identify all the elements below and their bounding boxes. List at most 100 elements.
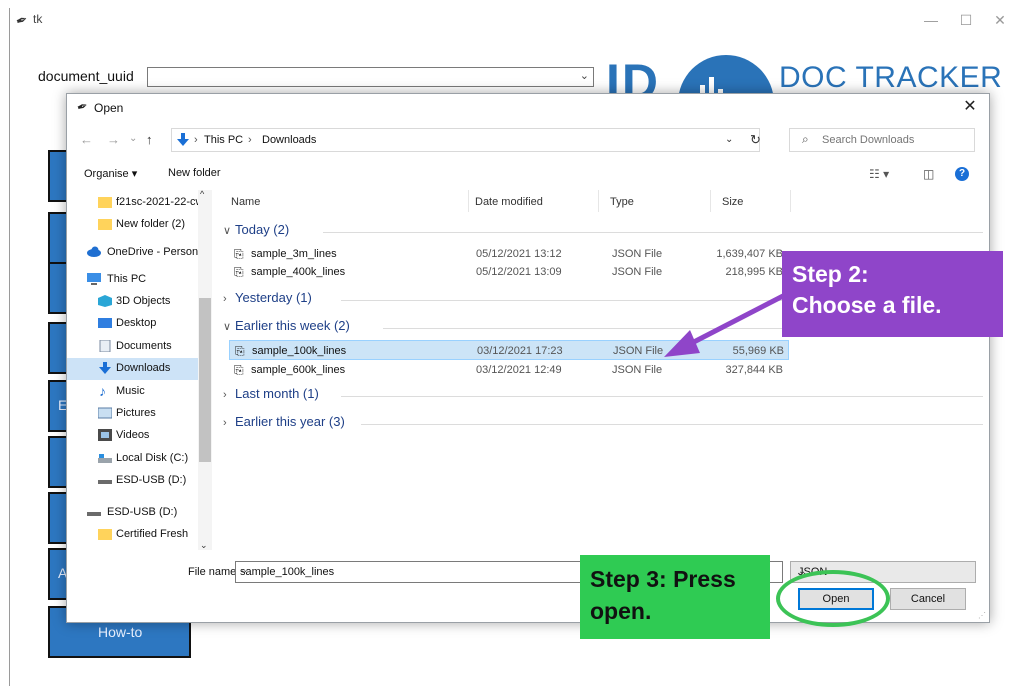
chevron-down-icon: ⌄	[579, 70, 589, 82]
command-bar: Organise ▾ New folder ☷ ▾ ◫ ?	[67, 162, 989, 186]
cloud-icon	[87, 246, 101, 257]
file-row[interactable]: ⎘ sample_3m_lines 05/12/2021 13:12 JSON …	[229, 244, 789, 264]
close-window-button[interactable]: ✕	[985, 8, 1015, 32]
scrollbar-thumb[interactable]	[199, 298, 211, 462]
nav-item-documents[interactable]: Documents	[67, 336, 202, 358]
new-folder-button[interactable]: New folder	[168, 167, 221, 179]
group-divider	[341, 300, 783, 301]
chevron-right-icon: ›	[223, 417, 227, 429]
cancel-button[interactable]: Cancel	[890, 588, 966, 610]
group-divider	[383, 328, 783, 329]
group-earlier-this-year[interactable]: › Earlier this year (3)	[223, 414, 983, 434]
json-file-icon: ⎘	[235, 344, 245, 358]
group-earlier-this-week[interactable]: ∨ Earlier this week (2)	[223, 318, 783, 338]
nav-item-desktop[interactable]: Desktop	[67, 313, 202, 335]
file-list: Name Date modified Type Size ∨ Today (2) …	[217, 190, 987, 550]
cube-icon	[98, 295, 112, 307]
search-icon: ⌕	[802, 132, 809, 146]
forward-button[interactable]: →	[107, 132, 120, 147]
file-row[interactable]: ⎘ sample_400k_lines 05/12/2021 13:09 JSO…	[229, 262, 789, 282]
address-bar[interactable]: › This PC › Downloads ⌄	[171, 128, 760, 152]
column-header-type[interactable]: Type	[610, 196, 634, 208]
search-box[interactable]: ⌕	[789, 128, 975, 152]
column-divider	[710, 190, 711, 212]
usb-drive-icon	[87, 512, 101, 516]
feather-icon: ✒	[13, 10, 30, 30]
video-icon	[98, 429, 112, 441]
json-file-icon: ⎘	[234, 265, 244, 279]
breadcrumb-this-pc[interactable]: This PC	[204, 134, 243, 146]
navigation-scrollbar[interactable]: ^ ⌄	[198, 189, 212, 551]
resize-grip-icon[interactable]: ⋰	[978, 611, 986, 620]
download-icon	[177, 133, 189, 146]
window-border	[9, 8, 10, 686]
group-divider	[361, 424, 983, 425]
scroll-down-icon[interactable]: ⌄	[200, 540, 208, 551]
nav-item-usb-2[interactable]: ESD-USB (D:)	[67, 502, 202, 524]
view-options-icon[interactable]: ☷ ▾	[869, 167, 889, 181]
step-2-callout: Step 2: Choose a file.	[782, 251, 1003, 337]
pictures-icon	[98, 407, 112, 419]
app-root: ✒ tk — ☐ ✕ document_uuid ⌄ ID DOC TRACKE…	[0, 0, 1019, 686]
column-divider	[598, 190, 599, 212]
group-yesterday[interactable]: › Yesterday (1)	[223, 290, 783, 310]
scroll-up-icon[interactable]: ^	[200, 189, 204, 199]
recent-locations-button[interactable]: ⌄	[129, 133, 137, 144]
download-icon	[99, 362, 111, 374]
logo-brand-text: DOC TRACKER	[779, 61, 1003, 94]
chevron-down-icon[interactable]: ⌄	[725, 134, 733, 145]
open-button-highlight	[776, 570, 890, 627]
nav-item-onedrive[interactable]: OneDrive - Personal	[67, 242, 207, 264]
chevron-down-icon: ∨	[223, 225, 232, 237]
file-row-selected[interactable]: ⎘ sample_100k_lines 03/12/2021 17:23 JSO…	[229, 340, 789, 360]
refresh-icon[interactable]: ↻	[750, 132, 761, 148]
folder-icon	[98, 219, 112, 230]
json-file-icon: ⎘	[234, 363, 244, 377]
folder-icon	[98, 529, 112, 540]
help-icon[interactable]: ?	[955, 167, 969, 181]
nav-item-downloads[interactable]: Downloads	[67, 358, 202, 380]
column-header-date[interactable]: Date modified	[475, 196, 543, 208]
document-uuid-combobox[interactable]: ⌄	[147, 67, 594, 87]
breadcrumb-downloads[interactable]: Downloads	[262, 134, 316, 146]
up-button[interactable]: ↑	[146, 132, 153, 147]
json-file-icon: ⎘	[234, 247, 244, 261]
music-icon: ♪	[99, 383, 106, 399]
column-divider	[790, 190, 791, 212]
navigation-bar: ← → ⌄ ↑ › This PC › Downloads ⌄ ↻ ⌕	[67, 126, 989, 156]
group-divider	[323, 232, 983, 233]
nav-item-this-pc[interactable]: This PC	[67, 269, 202, 291]
nav-item-pictures[interactable]: Pictures	[67, 403, 202, 425]
file-row[interactable]: ⎘ sample_600k_lines 03/12/2021 12:49 JSO…	[229, 360, 789, 380]
column-header-size[interactable]: Size	[722, 196, 743, 208]
nav-item-usb-1[interactable]: ESD-USB (D:)	[67, 470, 202, 492]
disk-icon	[98, 454, 112, 463]
minimize-button[interactable]: —	[916, 8, 946, 32]
chevron-right-icon: ›	[223, 293, 227, 305]
preview-pane-icon[interactable]: ◫	[923, 167, 934, 181]
feather-icon: ✒	[74, 97, 90, 116]
nav-item-f21sc[interactable]: f21sc-2021-22-cw	[67, 192, 203, 214]
nav-item-videos[interactable]: Videos	[67, 425, 202, 447]
usb-drive-icon	[98, 480, 112, 484]
open-file-dialog: ✒ Open ✕ ← → ⌄ ↑ › This PC › Downloads ⌄…	[66, 93, 990, 623]
breadcrumb-separator: ›	[194, 134, 198, 146]
nav-item-3d-objects[interactable]: 3D Objects	[67, 291, 202, 313]
column-header-name[interactable]: Name	[231, 196, 260, 208]
chevron-right-icon: ›	[223, 389, 227, 401]
folder-icon	[98, 197, 112, 208]
breadcrumb-separator: ›	[248, 134, 252, 146]
organise-menu[interactable]: Organise ▾	[84, 167, 137, 180]
group-today[interactable]: ∨ Today (2)	[223, 222, 983, 242]
back-button[interactable]: ←	[80, 132, 93, 147]
maximize-button[interactable]: ☐	[951, 8, 981, 32]
search-input[interactable]	[822, 132, 968, 148]
nav-item-music[interactable]: ♪ Music	[67, 381, 202, 403]
close-icon[interactable]: ✕	[959, 96, 981, 118]
nav-item-local-disk[interactable]: Local Disk (C:)	[67, 448, 202, 470]
chevron-down-icon: ∨	[223, 321, 232, 333]
file-name-label: File name:	[188, 566, 240, 578]
group-last-month[interactable]: › Last month (1)	[223, 386, 983, 406]
nav-item-certified-fresh[interactable]: Certified Fresh	[67, 524, 202, 546]
nav-item-new-folder-2[interactable]: New folder (2)	[67, 214, 202, 236]
